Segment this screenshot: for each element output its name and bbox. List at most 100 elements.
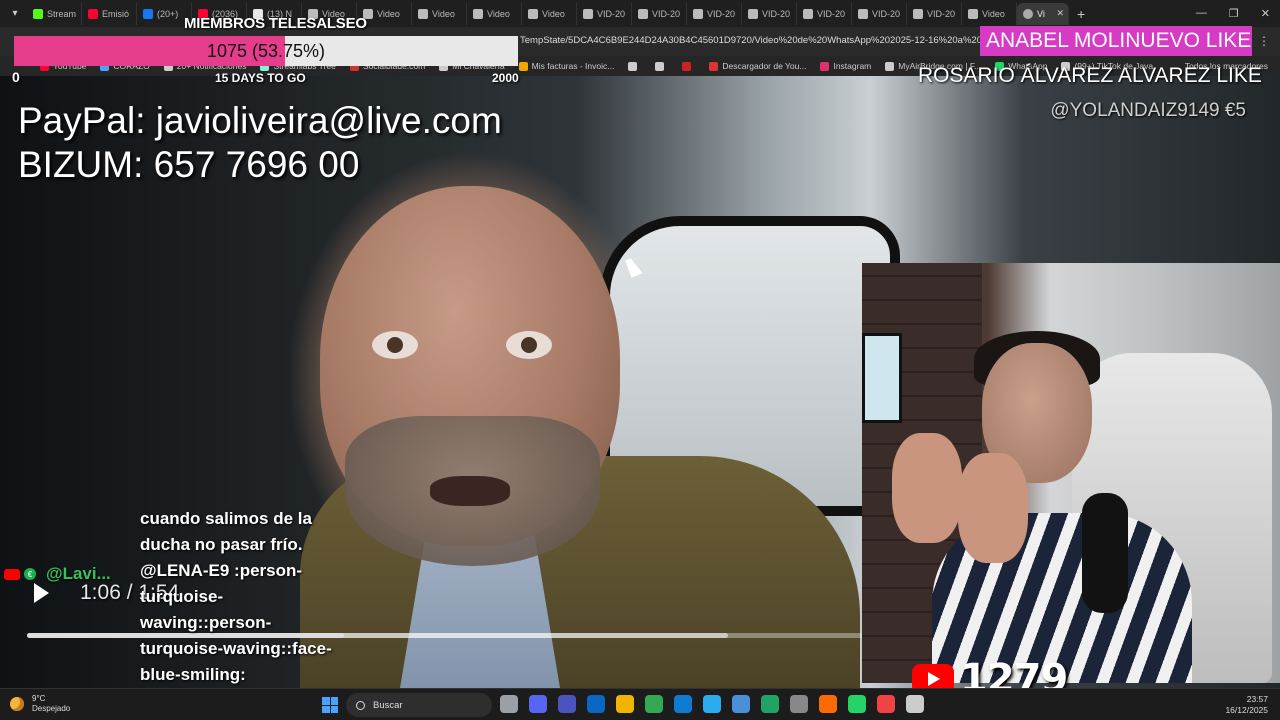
donation-alert: @YOLANDAIZ9149 €5	[1050, 100, 1246, 121]
tab-favicon-icon	[473, 8, 483, 19]
tab-label: VID-20	[817, 8, 846, 19]
windows-start-icon[interactable]	[322, 697, 338, 713]
left-eye	[372, 331, 418, 359]
bookmark-label: Mis facturas - Invoic...	[531, 61, 615, 71]
globe-icon	[1023, 8, 1033, 19]
close-window-icon[interactable]: ✕	[1261, 7, 1270, 20]
tab-label: Video	[982, 8, 1005, 19]
browser-tab[interactable]: VID-20	[577, 2, 632, 25]
play-icon[interactable]	[34, 583, 49, 603]
bookmark-icon	[709, 61, 719, 71]
browser-tab[interactable]: VID-20	[632, 2, 687, 25]
taskbar-app-icon[interactable]	[877, 695, 895, 713]
taskbar: 9°C Despejado Buscar 23:57 16/12/2025	[0, 688, 1280, 720]
browser-tab[interactable]: VID-20	[797, 2, 852, 25]
goal-title: MIEMBROS TELESALSEO	[184, 15, 367, 32]
taskbar-apps	[500, 695, 924, 713]
taskbar-app-icon[interactable]	[587, 695, 605, 713]
bookmark-label: Descargador de You...	[722, 61, 807, 71]
clock-time: 23:57	[1246, 694, 1268, 704]
member-badge-icon: €	[24, 568, 36, 580]
goal-progress-text: 1075 (53.75%)	[206, 40, 326, 61]
goal-max: 2000	[492, 71, 519, 85]
tab-label: (20+)	[157, 8, 179, 19]
browser-tab[interactable]: Video	[467, 2, 522, 25]
bookmark-item[interactable]: Instagram	[820, 61, 871, 71]
browser-tab[interactable]: Emisió	[82, 2, 137, 25]
window-controls: — ❐ ✕	[1196, 7, 1280, 20]
goal-progress-bar: 1075 (53.75%)	[14, 36, 518, 66]
weather-condition: Despejado	[32, 704, 71, 713]
tab-label: VID-20	[707, 8, 736, 19]
bookmark-item[interactable]: Descargador de You...	[709, 61, 806, 71]
bookmark-item[interactable]: Mis facturas - Invoic...	[518, 61, 615, 71]
youtube-icon	[4, 568, 20, 580]
taskbar-app-icon[interactable]	[761, 695, 779, 713]
chat-source: € @Lavi...	[4, 564, 111, 584]
weather-widget[interactable]: 9°C Despejado	[10, 694, 70, 714]
temperature: 9°C	[32, 694, 46, 703]
streamer-hand	[892, 433, 962, 543]
taskbar-app-icon[interactable]	[732, 695, 750, 713]
bookmark-icon	[885, 61, 895, 71]
bookmark-icon	[682, 61, 692, 71]
taskbar-app-icon[interactable]	[616, 695, 634, 713]
restore-icon[interactable]: ❐	[1229, 7, 1239, 20]
browser-tab[interactable]: VID-20	[852, 2, 907, 25]
microphone	[1082, 493, 1128, 613]
browser-tab[interactable]: Video	[522, 2, 577, 25]
tab-favicon-icon	[803, 8, 813, 19]
url-text[interactable]: TempState/5DCA4C6B9E244D24A30B4C45601D97…	[520, 35, 1003, 46]
bookmark-item[interactable]	[628, 61, 641, 71]
tab-favicon-icon	[968, 8, 978, 19]
new-tab-button[interactable]: +	[1069, 6, 1093, 22]
browser-tab[interactable]: VID-20	[907, 2, 962, 25]
search-icon	[356, 700, 365, 710]
browser-tab[interactable]: Video	[412, 2, 467, 25]
minimize-icon[interactable]: —	[1196, 7, 1207, 20]
tab-active[interactable]: Vi ✕	[1017, 2, 1069, 25]
tab-favicon-icon	[693, 8, 703, 19]
tab-favicon-icon	[913, 8, 923, 19]
bizum-text: BIZUM: 657 7696 00	[18, 144, 360, 185]
tab-label: VID-20	[652, 8, 681, 19]
right-eye	[506, 331, 552, 359]
monitor	[862, 333, 902, 423]
tab-favicon-icon	[638, 8, 648, 19]
tab-favicon-icon	[88, 8, 98, 19]
taskbar-search[interactable]: Buscar	[346, 693, 492, 717]
browser-tab[interactable]: VID-20	[687, 2, 742, 25]
menu-icon[interactable]: ⋮	[1258, 34, 1270, 48]
tab-label: VID-20	[927, 8, 956, 19]
bookmark-item[interactable]	[655, 61, 668, 71]
taskbar-app-icon[interactable]	[848, 695, 866, 713]
goal-min: 0	[12, 69, 20, 85]
tab-label: Stream	[47, 8, 77, 19]
taskbar-app-icon[interactable]	[906, 695, 924, 713]
chat-username: @Lavi...	[46, 564, 111, 583]
moon-icon	[10, 697, 24, 711]
tab-favicon-icon	[858, 8, 868, 19]
browser-tab[interactable]: Video	[962, 2, 1017, 25]
taskbar-app-icon[interactable]	[674, 695, 692, 713]
taskbar-app-icon[interactable]	[819, 695, 837, 713]
chat-message: cuando salimos de la ducha no pasar frío…	[140, 509, 332, 684]
tab-search-icon[interactable]: ▾	[3, 3, 27, 25]
bookmark-item[interactable]	[682, 61, 695, 71]
tab-favicon-icon	[583, 8, 593, 19]
taskbar-app-icon[interactable]	[790, 695, 808, 713]
system-clock[interactable]: 23:57 16/12/2025	[1225, 694, 1268, 716]
tab-favicon-icon	[418, 8, 428, 19]
tab-label: Emisió	[102, 8, 130, 19]
paypal-text: PayPal: javioliveira@live.com	[18, 100, 502, 141]
taskbar-app-icon[interactable]	[645, 695, 663, 713]
tab-favicon-icon	[143, 8, 153, 19]
browser-tab[interactable]: VID-20	[742, 2, 797, 25]
tab-label: Video	[377, 8, 400, 19]
close-tab-icon[interactable]: ✕	[1056, 8, 1064, 19]
taskbar-app-icon[interactable]	[703, 695, 721, 713]
taskbar-app-icon[interactable]	[500, 695, 518, 713]
taskbar-app-icon[interactable]	[558, 695, 576, 713]
taskbar-app-icon[interactable]	[529, 695, 547, 713]
browser-tab[interactable]: Stream	[27, 2, 82, 25]
